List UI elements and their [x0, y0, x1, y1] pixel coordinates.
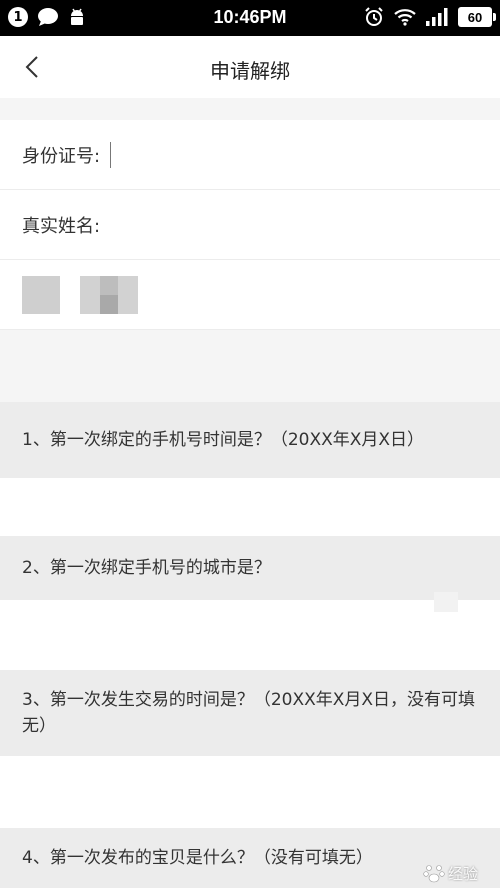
- alarm-icon: [365, 7, 383, 26]
- signal-icon: [426, 8, 448, 26]
- real-name-label: 真实姓名:: [22, 215, 101, 237]
- answer-field[interactable]: [0, 478, 500, 536]
- battery-indicator: 60: [458, 7, 496, 27]
- question-label: 3、第一次发生交易的时间是？（20XX年X月X日，没有可填无）: [0, 670, 500, 756]
- answer-field[interactable]: [0, 756, 500, 828]
- photo-row: [0, 260, 500, 330]
- real-name-field[interactable]: 真实姓名:: [0, 190, 500, 260]
- status-right-icons: 60: [364, 7, 496, 27]
- page-title: 申请解绑: [210, 59, 290, 83]
- baidu-watermark: 经验: [423, 862, 478, 884]
- identity-form: 身份证号: 真实姓名:: [0, 120, 500, 330]
- baidu-paw-icon: [423, 865, 445, 883]
- id-number-field[interactable]: 身份证号:: [0, 120, 500, 190]
- status-bar: 1 10:46PM 60: [0, 0, 500, 36]
- answer-field[interactable]: [0, 600, 500, 670]
- text-cursor: [110, 141, 112, 168]
- watermark-text: 经验: [447, 864, 478, 883]
- question-label: 2、第一次绑定手机号的城市是？: [0, 536, 500, 600]
- nav-header: 申请解绑: [0, 36, 500, 98]
- blurred-photo[interactable]: [80, 276, 138, 314]
- blurred-photo[interactable]: [22, 276, 60, 314]
- id-number-label: 身份证号:: [22, 145, 101, 167]
- blurred-photo-block: [100, 295, 118, 314]
- question-label: 1、第一次绑定的手机号时间是？（20XX年X月X日）: [0, 402, 500, 478]
- blur-artifact: [434, 592, 458, 612]
- wifi-icon: [394, 9, 416, 26]
